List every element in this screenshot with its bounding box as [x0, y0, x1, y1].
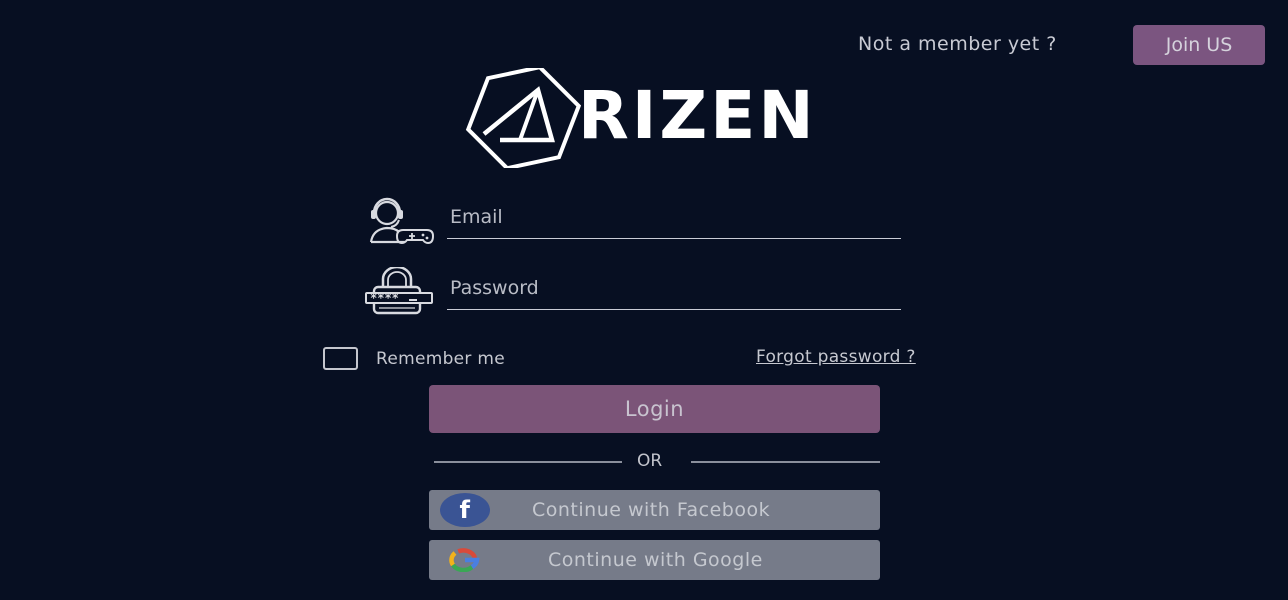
- or-divider: OR: [434, 450, 880, 474]
- remember-me-label[interactable]: Remember me: [376, 349, 505, 369]
- password-row: ****: [365, 267, 901, 317]
- divider-line-right: [691, 461, 880, 463]
- email-field[interactable]: [447, 196, 901, 239]
- forgot-password-link[interactable]: Forgot password ?: [756, 347, 916, 367]
- divider-text: OR: [637, 451, 663, 471]
- logo-wordmark: RIZEN: [578, 77, 817, 154]
- password-field[interactable]: [447, 267, 901, 310]
- email-row: [365, 196, 901, 246]
- divider-line-left: [434, 461, 622, 463]
- facebook-button-label: Continue with Facebook: [532, 499, 771, 521]
- not-member-text: Not a member yet ?: [858, 33, 1057, 55]
- login-button[interactable]: Login: [429, 385, 880, 433]
- continue-facebook-button[interactable]: f Continue with Facebook: [429, 490, 880, 530]
- gamer-headset-icon: [369, 197, 435, 244]
- login-page: Not a member yet ? Join US RIZEN Email *…: [0, 0, 1288, 600]
- continue-google-button[interactable]: Continue with Google: [429, 540, 880, 580]
- google-icon: [449, 548, 480, 572]
- svg-text:****: ****: [370, 291, 399, 305]
- facebook-icon: f: [440, 493, 490, 527]
- remember-me: Remember me: [323, 347, 505, 370]
- padlock-password-icon: ****: [365, 267, 433, 315]
- arizen-hexagon-logo-icon: [465, 68, 582, 168]
- google-button-label: Continue with Google: [548, 549, 763, 571]
- join-us-button[interactable]: Join US: [1133, 25, 1265, 65]
- arizen-logo: RIZEN: [462, 68, 882, 168]
- remember-me-checkbox[interactable]: [323, 347, 358, 370]
